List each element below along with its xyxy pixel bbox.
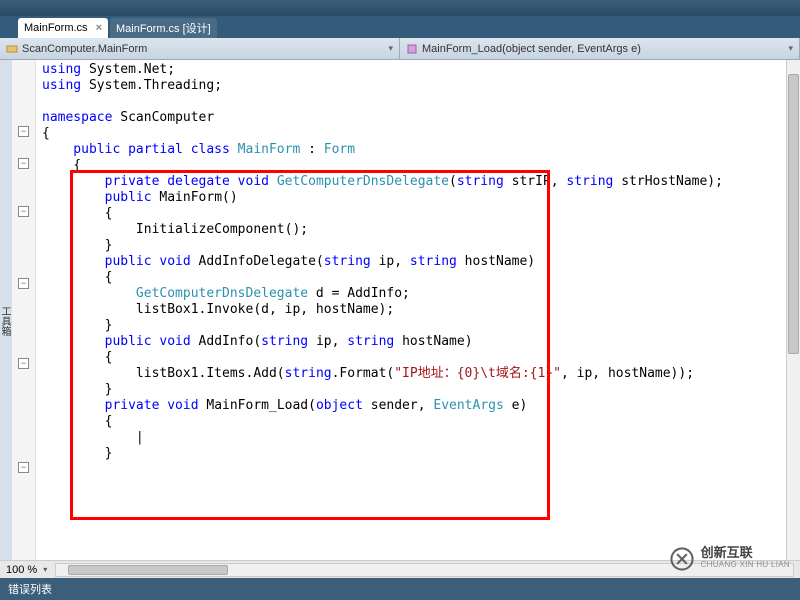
watermark-text-en: CHUANG XIN HU LIAN [701,559,790,571]
fold-icon[interactable]: − [18,158,29,169]
tab-mainform-designer[interactable]: MainForm.cs [设计] [110,18,217,38]
watermark-text-cn: 创新互联 [701,547,790,559]
close-icon[interactable]: × [96,22,102,34]
toolbox-sidebar[interactable]: 工具箱 [0,60,12,578]
navigation-bar: ScanComputer.MainForm ▾ MainForm_Load(ob… [0,38,800,60]
window-titlebar [0,0,800,16]
code-editor[interactable]: using System.Net; using System.Threading… [36,60,800,578]
method-icon [406,43,418,55]
scrollbar-thumb[interactable] [788,74,799,354]
member-name: MainForm_Load(object sender, EventArgs e… [422,43,784,55]
status-bar[interactable]: 错误列表 [0,578,800,600]
fold-icon[interactable]: − [18,358,29,369]
fold-icon[interactable]: − [18,278,29,289]
status-text: 错误列表 [8,581,52,597]
zoom-level[interactable]: 100 % [6,564,37,576]
chevron-down-icon[interactable]: ▾ [43,565,47,574]
class-icon [6,43,18,55]
document-tabbar: MainForm.cs × MainForm.cs [设计] [0,16,800,38]
code-gutter[interactable]: − − − − − − [12,60,36,578]
vertical-scrollbar[interactable] [786,60,800,560]
scrollbar-thumb[interactable] [68,565,228,575]
tab-label: MainForm.cs [设计] [116,20,211,36]
fold-icon[interactable]: − [18,462,29,473]
class-name: ScanComputer.MainForm [22,43,384,55]
tab-mainform-cs[interactable]: MainForm.cs × [18,18,108,38]
editor-area: 工具箱 − − − − − − using System.Net; using … [0,60,800,578]
member-dropdown[interactable]: MainForm_Load(object sender, EventArgs e… [400,38,800,59]
fold-icon[interactable]: − [18,206,29,217]
chevron-down-icon: ▾ [788,43,793,54]
fold-icon[interactable]: − [18,126,29,137]
chevron-down-icon: ▾ [388,43,393,54]
class-dropdown[interactable]: ScanComputer.MainForm ▾ [0,38,400,59]
logo-icon [669,546,695,572]
watermark: 创新互联 CHUANG XIN HU LIAN [669,546,790,572]
tab-label: MainForm.cs [24,22,88,34]
